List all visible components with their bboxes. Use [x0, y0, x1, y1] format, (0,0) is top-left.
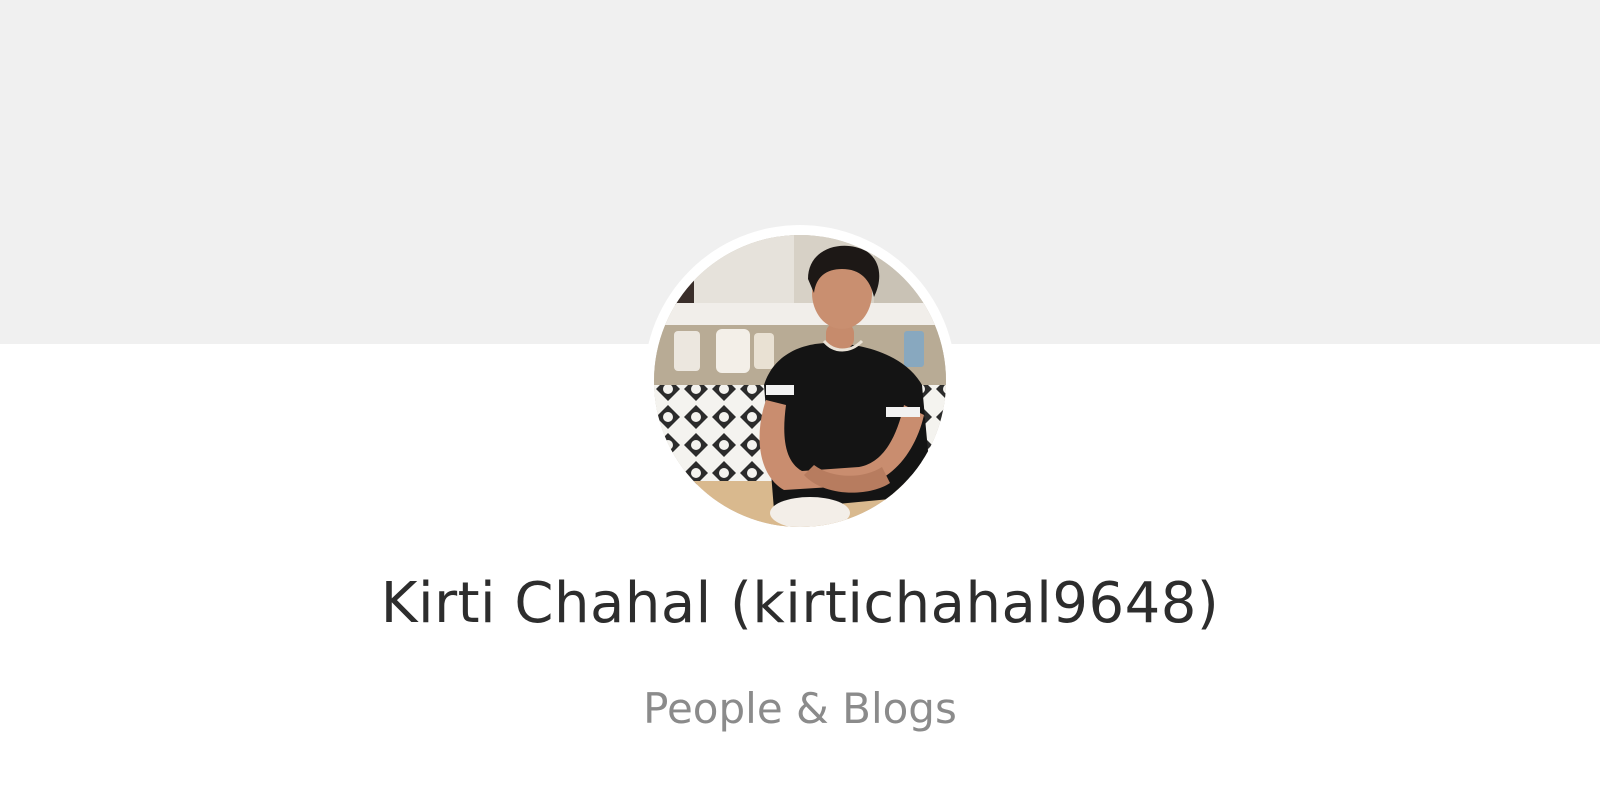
profile-name: Kirti Chahal (kirtichahal9648)	[380, 571, 1220, 636]
avatar[interactable]	[654, 235, 946, 527]
channel-category: People & Blogs	[643, 684, 957, 733]
avatar-photo	[654, 235, 946, 527]
channel-profile-page: Kirti Chahal (kirtichahal9648) People & …	[0, 0, 1600, 800]
